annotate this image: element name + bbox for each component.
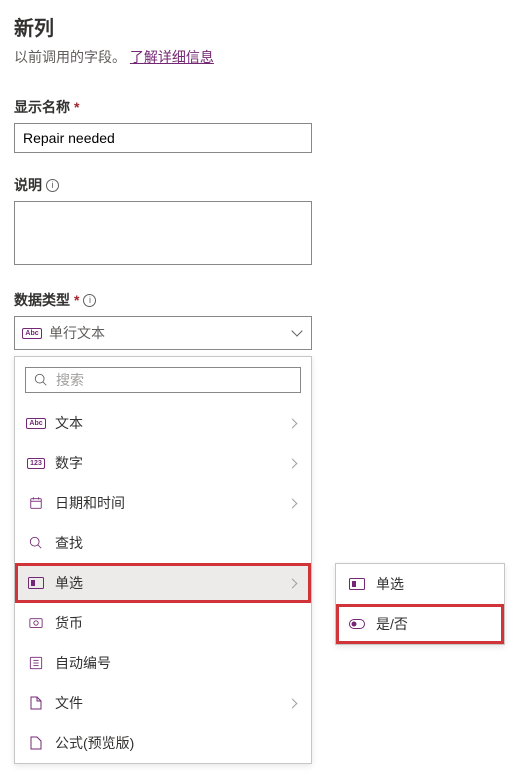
data-type-label-text: 数据类型 <box>14 290 70 310</box>
data-type-dropdown: Abc 文本 123 数字 日期和时间 <box>14 356 312 764</box>
option-formula[interactable]: 公式(预览版) <box>15 723 311 763</box>
choice-submenu: 单选 是/否 <box>335 563 505 645</box>
required-indicator: * <box>74 99 79 115</box>
option-text-label: 文本 <box>55 413 83 433</box>
subtitle-text: 以前调用的字段。 <box>14 49 126 65</box>
option-autonumber-label: 自动编号 <box>55 653 111 673</box>
data-type-select[interactable]: Abc 单行文本 <box>14 316 312 350</box>
search-icon <box>34 373 48 387</box>
option-number-label: 数字 <box>55 453 83 473</box>
submenu-yesno[interactable]: 是/否 <box>336 604 504 644</box>
formula-icon <box>27 736 45 750</box>
display-name-input[interactable] <box>14 123 312 153</box>
option-currency-label: 货币 <box>55 613 83 633</box>
submenu-choice-label: 单选 <box>376 574 404 594</box>
option-autonumber[interactable]: 自动编号 <box>15 643 311 683</box>
file-icon <box>27 696 45 710</box>
option-datetime[interactable]: 日期和时间 <box>15 483 311 523</box>
option-lookup-label: 查找 <box>55 533 83 553</box>
text-line-icon: Abc <box>23 326 41 340</box>
choice-icon <box>27 576 45 590</box>
toggle-icon <box>348 617 366 631</box>
option-lookup[interactable]: 查找 <box>15 523 311 563</box>
chevron-right-icon <box>289 698 299 708</box>
page-subtitle: 以前调用的字段。 了解详细信息 <box>14 47 499 67</box>
display-name-label: 显示名称 * <box>14 97 499 117</box>
option-datetime-label: 日期和时间 <box>55 493 125 513</box>
option-formula-label: 公式(预览版) <box>55 733 134 753</box>
calendar-icon <box>27 496 45 510</box>
dropdown-search[interactable] <box>25 367 301 393</box>
number-icon: 123 <box>27 456 45 470</box>
search-input[interactable] <box>56 372 292 388</box>
submenu-choice[interactable]: 单选 <box>336 564 504 604</box>
chevron-right-icon <box>289 458 299 468</box>
chevron-right-icon <box>289 418 299 428</box>
option-choice-label: 单选 <box>55 573 83 593</box>
submenu-yesno-label: 是/否 <box>376 614 408 634</box>
required-indicator: * <box>74 292 79 308</box>
search-icon <box>27 536 45 550</box>
data-type-label: 数据类型 * i <box>14 290 499 310</box>
info-icon[interactable]: i <box>46 179 59 192</box>
description-label-text: 说明 <box>14 175 42 195</box>
currency-icon <box>27 616 45 630</box>
description-label: 说明 i <box>14 175 499 195</box>
display-name-label-text: 显示名称 <box>14 97 70 117</box>
page-title: 新列 <box>14 12 499 41</box>
learn-more-link[interactable]: 了解详细信息 <box>130 49 214 65</box>
chevron-down-icon <box>291 327 303 339</box>
option-text[interactable]: Abc 文本 <box>15 403 311 443</box>
data-type-selected: 单行文本 <box>49 323 105 343</box>
choice-icon <box>348 577 366 591</box>
autonumber-icon <box>27 656 45 670</box>
option-file-label: 文件 <box>55 693 83 713</box>
option-currency[interactable]: 货币 <box>15 603 311 643</box>
option-choice[interactable]: 单选 <box>15 563 311 603</box>
option-number[interactable]: 123 数字 <box>15 443 311 483</box>
description-input[interactable] <box>14 201 312 265</box>
text-icon: Abc <box>27 416 45 430</box>
chevron-right-icon <box>289 578 299 588</box>
chevron-right-icon <box>289 498 299 508</box>
info-icon[interactable]: i <box>83 294 96 307</box>
option-file[interactable]: 文件 <box>15 683 311 723</box>
